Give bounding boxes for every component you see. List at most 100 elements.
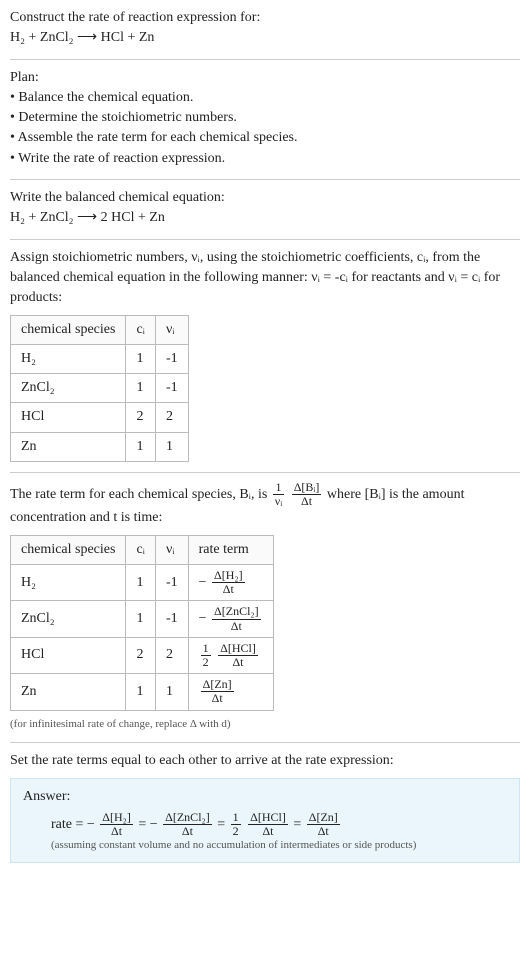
table-header-row: chemical species cᵢ νᵢ rate term <box>11 535 274 564</box>
table-cell: -1 <box>155 374 188 403</box>
fraction: Δ[H₂] Δt <box>212 569 245 596</box>
rateterm-pre: The rate term for each chemical species,… <box>10 487 271 502</box>
table-cell: -1 <box>155 601 188 637</box>
fraction-den: Δt <box>201 692 234 705</box>
fraction-den: Δt <box>248 825 288 838</box>
plan-heading: Plan: <box>10 68 520 88</box>
fraction-den: νᵢ <box>273 495 284 508</box>
table-cell: ZnCl₂ <box>11 374 126 403</box>
fraction-den: Δt <box>100 825 133 838</box>
table-row: Zn 1 1 Δ[Zn] Δt <box>11 674 274 710</box>
rateterm-table: chemical species cᵢ νᵢ rate term H₂ 1 -1… <box>10 535 274 711</box>
table-cell: H₂ <box>11 565 126 601</box>
fraction: Δ[H₂] Δt <box>100 811 133 838</box>
intro-line: Construct the rate of reaction expressio… <box>10 8 520 28</box>
intro-section: Construct the rate of reaction expressio… <box>10 8 520 49</box>
table-row: ZnCl₂ 1 -1 − Δ[ZnCl₂] Δt <box>11 601 274 637</box>
equals: = − <box>138 817 157 832</box>
fraction-den: Δt <box>163 825 212 838</box>
fraction-num: Δ[ZnCl₂] <box>163 811 212 825</box>
table-header: cᵢ <box>126 315 156 344</box>
table-cell: Δ[Zn] Δt <box>188 674 273 710</box>
fraction-den: Δt <box>292 495 322 508</box>
table-cell: HCl <box>11 637 126 673</box>
fraction-num: 1 <box>231 811 241 825</box>
fraction-num: Δ[HCl] <box>248 811 288 825</box>
table-row: ZnCl₂ 1 -1 <box>11 374 189 403</box>
intro-equation: H₂ + ZnCl₂ ⟶ HCl + Zn <box>10 28 520 48</box>
balanced-equation: H₂ + ZnCl₂ ⟶ 2 HCl + Zn <box>10 208 520 228</box>
rateterm-note: (for infinitesimal rate of change, repla… <box>10 717 520 733</box>
rate-prefix: rate = − <box>51 817 95 832</box>
fraction-den: 2 <box>201 656 211 669</box>
assumption-note: (assuming constant volume and no accumul… <box>23 838 507 854</box>
fraction-coef: 1 2 <box>231 811 241 838</box>
plan-item: • Write the rate of reaction expression. <box>10 149 520 169</box>
fraction-num: Δ[Zn] <box>307 811 340 825</box>
fraction-num: Δ[H₂] <box>100 811 133 825</box>
table-cell: 1 <box>155 432 188 461</box>
balanced-section: Write the balanced chemical equation: H₂… <box>10 188 520 229</box>
divider <box>10 239 520 240</box>
fraction: Δ[HCl] Δt <box>248 811 288 838</box>
divider <box>10 59 520 60</box>
table-cell: Zn <box>11 432 126 461</box>
fraction: Δ[HCl] Δt <box>218 642 258 669</box>
fraction-den: 2 <box>231 825 241 838</box>
divider <box>10 472 520 473</box>
table-cell: 1 <box>126 601 156 637</box>
table-header: chemical species <box>11 535 126 564</box>
table-cell: 1 <box>126 344 156 373</box>
fraction-num: Δ[HCl] <box>218 642 258 656</box>
assign-table: chemical species cᵢ νᵢ H₂ 1 -1 ZnCl₂ 1 -… <box>10 315 189 462</box>
table-header: rate term <box>188 535 273 564</box>
table-cell: 2 <box>126 637 156 673</box>
fraction-num: Δ[Bᵢ] <box>292 481 322 495</box>
answer-box: Answer: rate = − Δ[H₂] Δt = − Δ[ZnCl₂] Δ… <box>10 778 520 864</box>
fraction: Δ[ZnCl₂] Δt <box>212 605 261 632</box>
assign-section: Assign stoichiometric numbers, νᵢ, using… <box>10 248 520 462</box>
plan-section: Plan: • Balance the chemical equation. •… <box>10 68 520 169</box>
fraction-num: 1 <box>273 481 284 495</box>
answer-label: Answer: <box>23 787 507 807</box>
final-heading: Set the rate terms equal to each other t… <box>10 751 520 771</box>
plan-item: • Balance the chemical equation. <box>10 88 520 108</box>
fraction-num: 1 <box>201 642 211 656</box>
fraction: Δ[ZnCl₂] Δt <box>163 811 212 838</box>
fraction-den: Δt <box>212 583 245 596</box>
table-cell: ZnCl₂ <box>11 601 126 637</box>
fraction: Δ[Bᵢ] Δt <box>292 481 322 508</box>
table-header: chemical species <box>11 315 126 344</box>
equals: = <box>217 817 228 832</box>
table-cell: 2 <box>126 403 156 432</box>
table-row: HCl 2 2 <box>11 403 189 432</box>
table-cell: 2 <box>155 637 188 673</box>
equals: = <box>293 817 304 832</box>
table-cell: − Δ[H₂] Δt <box>188 565 273 601</box>
plan-item: • Assemble the rate term for each chemic… <box>10 128 520 148</box>
table-header: cᵢ <box>126 535 156 564</box>
neg-sign: − <box>199 575 207 590</box>
fraction-coef: 1 2 <box>201 642 211 669</box>
fraction: Δ[Zn] Δt <box>201 678 234 705</box>
assign-text: Assign stoichiometric numbers, νᵢ, using… <box>10 248 520 309</box>
divider <box>10 742 520 743</box>
fraction-den: Δt <box>307 825 340 838</box>
rate-expression: rate = − Δ[H₂] Δt = − Δ[ZnCl₂] Δt = 1 2 … <box>23 811 507 838</box>
plan-item: • Determine the stoichiometric numbers. <box>10 108 520 128</box>
table-cell: 1 <box>126 432 156 461</box>
table-header: νᵢ <box>155 315 188 344</box>
table-cell: 1 <box>155 674 188 710</box>
neg-sign: − <box>199 611 207 626</box>
balanced-heading: Write the balanced chemical equation: <box>10 188 520 208</box>
table-cell: 1 <box>126 674 156 710</box>
rateterm-text: The rate term for each chemical species,… <box>10 481 520 529</box>
fraction: 1 νᵢ <box>273 481 284 508</box>
table-cell: 1 2 Δ[HCl] Δt <box>188 637 273 673</box>
table-header: νᵢ <box>155 535 188 564</box>
table-cell: 1 <box>126 374 156 403</box>
table-cell: H₂ <box>11 344 126 373</box>
final-section: Set the rate terms equal to each other t… <box>10 751 520 863</box>
table-row: H₂ 1 -1 − Δ[H₂] Δt <box>11 565 274 601</box>
fraction: Δ[Zn] Δt <box>307 811 340 838</box>
